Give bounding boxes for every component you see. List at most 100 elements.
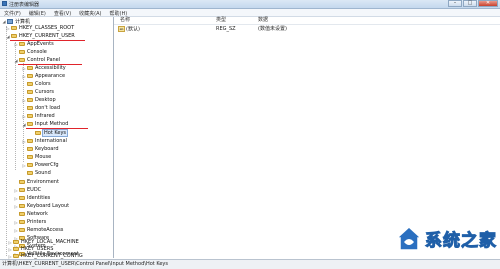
tree-item-appevents[interactable]: ▷ AppEvents: [14, 40, 53, 48]
menu-edit[interactable]: 编辑(E): [25, 9, 50, 17]
minimize-button[interactable]: –: [448, 0, 462, 7]
folder-icon: [19, 180, 25, 184]
folder-icon: [27, 66, 33, 70]
watermark-logo: 系统之家: [395, 218, 500, 258]
tree-item-accessibility[interactable]: ▷ Accessibility: [22, 64, 65, 72]
folder-icon: [19, 58, 25, 62]
registry-tree[interactable]: ◢ 计算机 ▷ HKEY_CLASSES_ROOT ◢ HKEY_CURRENT_U…: [0, 17, 114, 258]
expand-icon[interactable]: ▷: [8, 240, 12, 245]
folder-icon: [11, 26, 17, 30]
folder-icon: [27, 90, 33, 94]
tree-item-keyboard-layout[interactable]: ▷ Keyboard Layout: [14, 202, 69, 210]
folder-icon: [27, 155, 33, 159]
tree-item-international[interactable]: ▷ International: [22, 137, 66, 145]
menu-bar: 文件(F) 编辑(E) 查看(V) 收藏夹(A) 帮助(H): [0, 9, 500, 17]
computer-icon: [7, 18, 13, 24]
status-bar: 计算机\HKEY_CURRENT_USER\Control Panel\Inpu…: [0, 259, 500, 269]
expand-icon[interactable]: ▷: [8, 247, 12, 252]
tree-item-keyboard[interactable]: Keyboard: [22, 145, 59, 153]
collapse-icon[interactable]: ◢: [22, 122, 26, 127]
expand-icon[interactable]: ▷: [6, 26, 10, 31]
folder-icon: [19, 212, 25, 216]
value-type: REG_SZ: [216, 26, 236, 32]
folder-icon: [27, 98, 33, 102]
expand-icon[interactable]: ▷: [14, 220, 18, 225]
folder-icon: [13, 254, 19, 258]
value-name: (默认): [126, 26, 140, 33]
tree-item-cursors[interactable]: Cursors: [22, 88, 54, 96]
collapse-icon[interactable]: ◢: [6, 34, 10, 39]
title-bar: 注册表编辑器 – □ ✕: [0, 0, 500, 9]
tree-item-sound[interactable]: Sound: [22, 169, 51, 177]
column-header-data[interactable]: 数据: [258, 17, 268, 24]
folder-icon: [27, 82, 33, 86]
tree-item-printers[interactable]: ▷ Printers: [14, 218, 46, 226]
folder-icon: [27, 139, 33, 143]
tree-item-appearance[interactable]: ▷ Appearance: [22, 72, 65, 80]
tree-item-input-method[interactable]: ◢ Input Method: [22, 120, 68, 128]
folder-icon: [19, 50, 25, 54]
folder-icon: [19, 196, 25, 200]
value-data: (数值未设置): [258, 26, 287, 32]
expand-icon[interactable]: ▷: [22, 74, 26, 79]
close-button[interactable]: ✕: [478, 0, 498, 7]
expand-icon[interactable]: ▷: [14, 42, 18, 47]
window-title: 注册表编辑器: [9, 2, 40, 8]
folder-icon: [19, 42, 25, 46]
expand-icon[interactable]: ▷: [22, 114, 26, 119]
regedit-icon: [2, 1, 7, 6]
expand-icon[interactable]: ▷: [8, 254, 12, 259]
value-row[interactable]: ab (默认): [118, 26, 140, 33]
expand-icon[interactable]: ▷: [14, 204, 18, 209]
tree-item-infrared[interactable]: ▷ Infrared: [22, 112, 54, 120]
folder-icon: [19, 188, 25, 192]
tree-item-dont-load[interactable]: don't load: [22, 104, 60, 112]
column-header-name[interactable]: 名称: [120, 17, 130, 24]
tree-item-desktop[interactable]: ▷ Desktop: [22, 96, 55, 104]
tree-item-hot-keys[interactable]: Hot Keys: [30, 129, 69, 137]
expand-icon[interactable]: ▷: [14, 196, 18, 201]
collapse-icon[interactable]: ◢: [14, 58, 18, 63]
expand-icon[interactable]: ▷: [22, 66, 26, 71]
menu-help[interactable]: 帮助(H): [106, 9, 132, 17]
expand-icon[interactable]: ▷: [22, 139, 26, 144]
column-header-type[interactable]: 类型: [216, 17, 226, 24]
folder-icon: [13, 247, 19, 251]
string-value-icon: ab: [118, 26, 125, 32]
folder-icon: [11, 34, 17, 38]
folder-icon: [27, 122, 33, 126]
tree-item-identities[interactable]: ▷ Identities: [14, 194, 50, 202]
folder-icon: [27, 171, 33, 175]
expand-icon[interactable]: ▷: [22, 163, 26, 168]
collapse-icon[interactable]: ◢: [2, 19, 6, 24]
folder-icon: [13, 240, 19, 244]
folder-icon: [27, 106, 33, 110]
tree-item-colors[interactable]: Colors: [22, 80, 51, 88]
watermark-text: 系统之家: [425, 231, 497, 252]
tree-item-remoteaccess[interactable]: ▷ RemoteAccess: [14, 226, 63, 234]
tree-item-mouse[interactable]: Mouse: [22, 153, 51, 161]
tree-item-powercfg[interactable]: ▷ PowerCfg: [22, 161, 58, 169]
maximize-button[interactable]: □: [463, 0, 477, 7]
tree-item-eudc[interactable]: ▷ EUDC: [14, 186, 41, 194]
tree-item-hkey-classes-root[interactable]: ▷ HKEY_CLASSES_ROOT: [6, 24, 74, 32]
folder-icon: [27, 114, 33, 118]
house-logo-icon: [395, 225, 423, 251]
folder-icon: [27, 147, 33, 151]
folder-icon: [19, 204, 25, 208]
folder-icon: [27, 74, 33, 78]
tree-item-environment[interactable]: Environment: [14, 178, 59, 186]
tree-item-console[interactable]: Console: [14, 48, 47, 56]
menu-favorites[interactable]: 收藏夹(A): [75, 9, 105, 17]
folder-icon: [19, 220, 25, 224]
expand-icon[interactable]: ▷: [14, 228, 18, 233]
tree-item-control-panel[interactable]: ◢ Control Panel: [14, 56, 60, 64]
menu-view[interactable]: 查看(V): [50, 9, 75, 17]
tree-item-hkey-current-user[interactable]: ◢ HKEY_CURRENT_USER: [6, 32, 74, 40]
tree-item-network[interactable]: Network: [14, 210, 48, 218]
expand-icon[interactable]: ▷: [14, 188, 18, 193]
expand-icon[interactable]: ▷: [22, 98, 26, 103]
menu-file[interactable]: 文件(F): [0, 9, 25, 17]
folder-icon: [35, 131, 41, 135]
folder-icon: [27, 163, 33, 167]
